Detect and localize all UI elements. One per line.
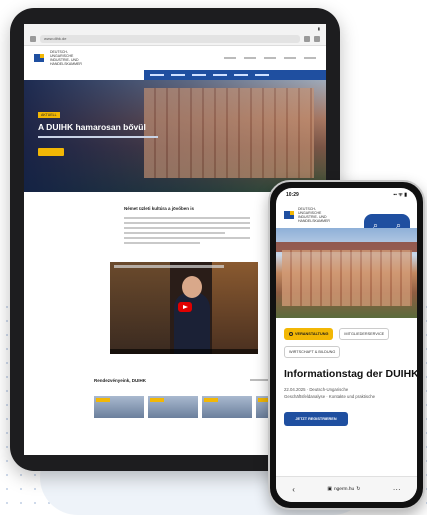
more-icon[interactable]: ···	[393, 485, 401, 494]
hero-title: A DUIHK hamarosan bővül	[38, 122, 146, 132]
calendar-icon	[289, 332, 293, 336]
tag-mitgliederservice[interactable]: MITGLIEDERSERVICE	[339, 328, 390, 340]
tablet-hero: AKTUELL A DUIHK hamarosan bővül	[24, 80, 326, 192]
tabs-icon: ▣	[327, 487, 332, 492]
event-description: 22.04.2025 · Deutsch-Ungarische Geschäft…	[284, 386, 409, 400]
hero-building-image	[144, 88, 314, 178]
hero-subtitle	[38, 136, 158, 138]
tag-veranstaltung[interactable]: VERANSTALTUNG	[284, 328, 334, 340]
events-section-title: Rendezvényeink, DUIHK	[94, 378, 147, 383]
event-card[interactable]	[148, 396, 198, 418]
duihk-logo[interactable]	[34, 54, 44, 62]
phone-url-text: ngerm.hu	[333, 487, 355, 492]
video-background-left	[110, 262, 170, 354]
tag-wirtschaft-bildung[interactable]: WIRTSCHAFT & BILDUNG	[284, 346, 341, 358]
tablet-site-header: DEUTSCH-UNGARISCHE INDUSTRIE- UND HANDEL…	[24, 46, 326, 70]
event-description-line: 22.04.2025 · Deutsch-Ungarische	[284, 387, 349, 392]
tablet-logo-text: DEUTSCH-UNGARISCHE INDUSTRIE- UND HANDEL…	[50, 50, 82, 66]
video-player[interactable]	[110, 262, 258, 354]
play-icon[interactable]	[178, 302, 192, 312]
phone-screen: 10:29 ▪▪ ᯤ ▮ DEUTSCH-UNGARISCHE INDUSTRI…	[276, 188, 417, 502]
tablet-top-nav[interactable]	[224, 57, 316, 59]
reload-icon[interactable]: ↻	[356, 487, 360, 492]
tag-label: VERANSTALTUNG	[295, 332, 329, 336]
category-tags: VERANSTALTUNG MITGLIEDERSERVICE WIRTSCHA…	[276, 318, 417, 358]
phone-url-bar[interactable]: ▣ ngerm.hu ↻	[327, 487, 360, 492]
tablet-status-bar: ▮	[24, 24, 326, 32]
event-title: Informationstag der DUIHK	[284, 368, 417, 380]
phone-status-bar: 10:29 ▪▪ ᯤ ▮	[276, 188, 417, 202]
content-paragraph	[124, 217, 250, 244]
phone-hero-image	[276, 228, 417, 318]
phone-device: 10:29 ▪▪ ᯤ ▮ DEUTSCH-UNGARISCHE INDUSTRI…	[268, 180, 425, 510]
event-description-line: Geschäftsfeldanalyse · Kontakte und prak…	[284, 394, 376, 399]
tablet-browser-toolbar: www.dihk.de	[24, 32, 326, 46]
video-title-bar	[114, 265, 224, 268]
hero-button[interactable]	[38, 148, 64, 156]
duihk-logo[interactable]	[284, 211, 294, 219]
phone-time: 10:29	[286, 192, 299, 198]
tabs-icon[interactable]	[314, 35, 320, 42]
event-card[interactable]	[94, 396, 144, 418]
video-control-bar[interactable]	[110, 349, 258, 354]
event-card[interactable]	[202, 396, 252, 418]
hero-building	[282, 250, 412, 306]
share-icon[interactable]	[304, 35, 310, 42]
register-button[interactable]: JETZT REGISTRIEREN	[284, 412, 348, 426]
sidebar-icon[interactable]	[30, 35, 36, 42]
signal-battery-icon: ▪▪ ᯤ ▮	[393, 192, 407, 198]
tablet-main-menu[interactable]	[144, 70, 326, 80]
tablet-battery-icon: ▮	[317, 25, 320, 31]
phone-browser-bar: ‹ ▣ ngerm.hu ↻ ···	[276, 476, 417, 502]
hero-badge: AKTUELL	[38, 112, 60, 118]
tablet-url-bar[interactable]: www.dihk.de	[40, 34, 300, 43]
phone-logo-text: DEUTSCH-UNGARISCHE INDUSTRIE- UND HANDEL…	[298, 207, 330, 223]
video-background-right	[212, 262, 258, 354]
speaker-head	[182, 276, 202, 298]
back-icon[interactable]: ‹	[292, 485, 295, 494]
